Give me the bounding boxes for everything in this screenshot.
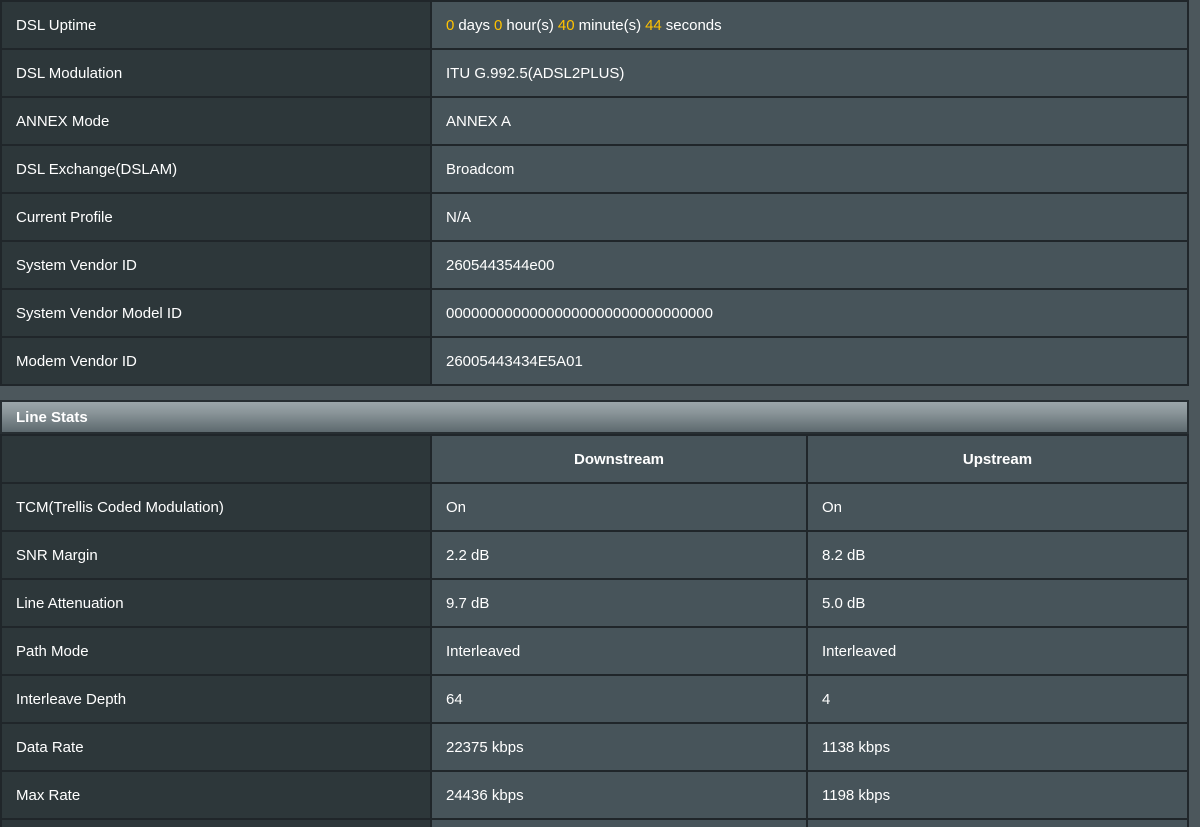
downstream-value: Interleaved — [432, 628, 808, 674]
line-stats-section-header: Line Stats — [0, 400, 1189, 434]
table-row: TCM(Trellis Coded Modulation) On On — [2, 484, 1187, 532]
table-row: DSL Modulation ITU G.992.5(ADSL2PLUS) — [2, 50, 1187, 98]
upstream-value: 4 — [808, 676, 1187, 722]
upstream-value: 5.0 dB — [808, 580, 1187, 626]
row-label: Line Attenuation — [2, 580, 432, 626]
row-label: DSL Modulation — [2, 50, 432, 96]
uptime-minutes: 40 — [558, 17, 575, 34]
downstream-value: 2.2 dB — [432, 532, 808, 578]
row-value: ITU G.992.5(ADSL2PLUS) — [432, 50, 1187, 96]
row-value: ANNEX A — [432, 98, 1187, 144]
table-row: Current Profile N/A — [2, 194, 1187, 242]
row-value: N/A — [432, 194, 1187, 240]
header-empty-cell — [2, 436, 432, 482]
line-stats-table: Downstream Upstream TCM(Trellis Coded Mo… — [0, 434, 1189, 827]
uptime-minutes-unit: minute(s) — [579, 17, 642, 34]
row-value: 26005443434E5A01 — [432, 338, 1187, 384]
row-value: 2605443544e00 — [432, 242, 1187, 288]
upstream-value — [808, 820, 1187, 827]
table-row: DSL Uptime 0days0hour(s)40minute(s)44sec… — [2, 2, 1187, 50]
downstream-value: On — [432, 484, 808, 530]
row-label: System Vendor ID — [2, 242, 432, 288]
uptime-days: 0 — [446, 17, 454, 34]
upstream-value: 1198 kbps — [808, 772, 1187, 818]
row-label: TCM(Trellis Coded Modulation) — [2, 484, 432, 530]
downstream-value: 22375 kbps — [432, 724, 808, 770]
row-label: Modem Vendor ID — [2, 338, 432, 384]
row-label: System Vendor Model ID — [2, 290, 432, 336]
downstream-value: 64 — [432, 676, 808, 722]
table-row: SNR Margin 2.2 dB 8.2 dB — [2, 532, 1187, 580]
dsl-status-page: DSL Uptime 0days0hour(s)40minute(s)44sec… — [0, 0, 1189, 827]
table-gap — [0, 386, 1189, 400]
upstream-value: On — [808, 484, 1187, 530]
uptime-hours-unit: hour(s) — [506, 17, 554, 34]
column-header-downstream: Downstream — [432, 436, 808, 482]
column-header-upstream: Upstream — [808, 436, 1187, 482]
table-row-partial — [2, 820, 1187, 827]
table-row: System Vendor ID 2605443544e00 — [2, 242, 1187, 290]
table-row: DSL Exchange(DSLAM) Broadcom — [2, 146, 1187, 194]
upstream-value: 1138 kbps — [808, 724, 1187, 770]
table-row: ANNEX Mode ANNEX A — [2, 98, 1187, 146]
row-label: DSL Exchange(DSLAM) — [2, 146, 432, 192]
row-label: SNR Margin — [2, 532, 432, 578]
upstream-value: Interleaved — [808, 628, 1187, 674]
downstream-value — [432, 820, 808, 827]
upstream-value: 8.2 dB — [808, 532, 1187, 578]
table-header-row: Downstream Upstream — [2, 436, 1187, 484]
row-label: Interleave Depth — [2, 676, 432, 722]
uptime-days-unit: days — [458, 17, 490, 34]
uptime-seconds-unit: seconds — [666, 17, 722, 34]
table-row: System Vendor Model ID 00000000000000000… — [2, 290, 1187, 338]
section-title: Line Stats — [16, 409, 88, 426]
row-label: Max Rate — [2, 772, 432, 818]
row-value: 00000000000000000000000000000000 — [432, 290, 1187, 336]
row-label: Current Profile — [2, 194, 432, 240]
table-row: Line Attenuation 9.7 dB 5.0 dB — [2, 580, 1187, 628]
row-label: DSL Uptime — [2, 2, 432, 48]
row-label: Data Rate — [2, 724, 432, 770]
table-row: Modem Vendor ID 26005443434E5A01 — [2, 338, 1187, 386]
downstream-value: 24436 kbps — [432, 772, 808, 818]
row-label: ANNEX Mode — [2, 98, 432, 144]
row-label: Path Mode — [2, 628, 432, 674]
row-value: Broadcom — [432, 146, 1187, 192]
table-row: Interleave Depth 64 4 — [2, 676, 1187, 724]
table-row: Data Rate 22375 kbps 1138 kbps — [2, 724, 1187, 772]
dsl-info-table: DSL Uptime 0days0hour(s)40minute(s)44sec… — [0, 0, 1189, 386]
uptime-seconds: 44 — [645, 17, 662, 34]
uptime-hours: 0 — [494, 17, 502, 34]
table-row: Path Mode Interleaved Interleaved — [2, 628, 1187, 676]
table-row: Max Rate 24436 kbps 1198 kbps — [2, 772, 1187, 820]
downstream-value: 9.7 dB — [432, 580, 808, 626]
row-label — [2, 820, 432, 827]
dsl-uptime-value: 0days0hour(s)40minute(s)44seconds — [432, 2, 1187, 48]
